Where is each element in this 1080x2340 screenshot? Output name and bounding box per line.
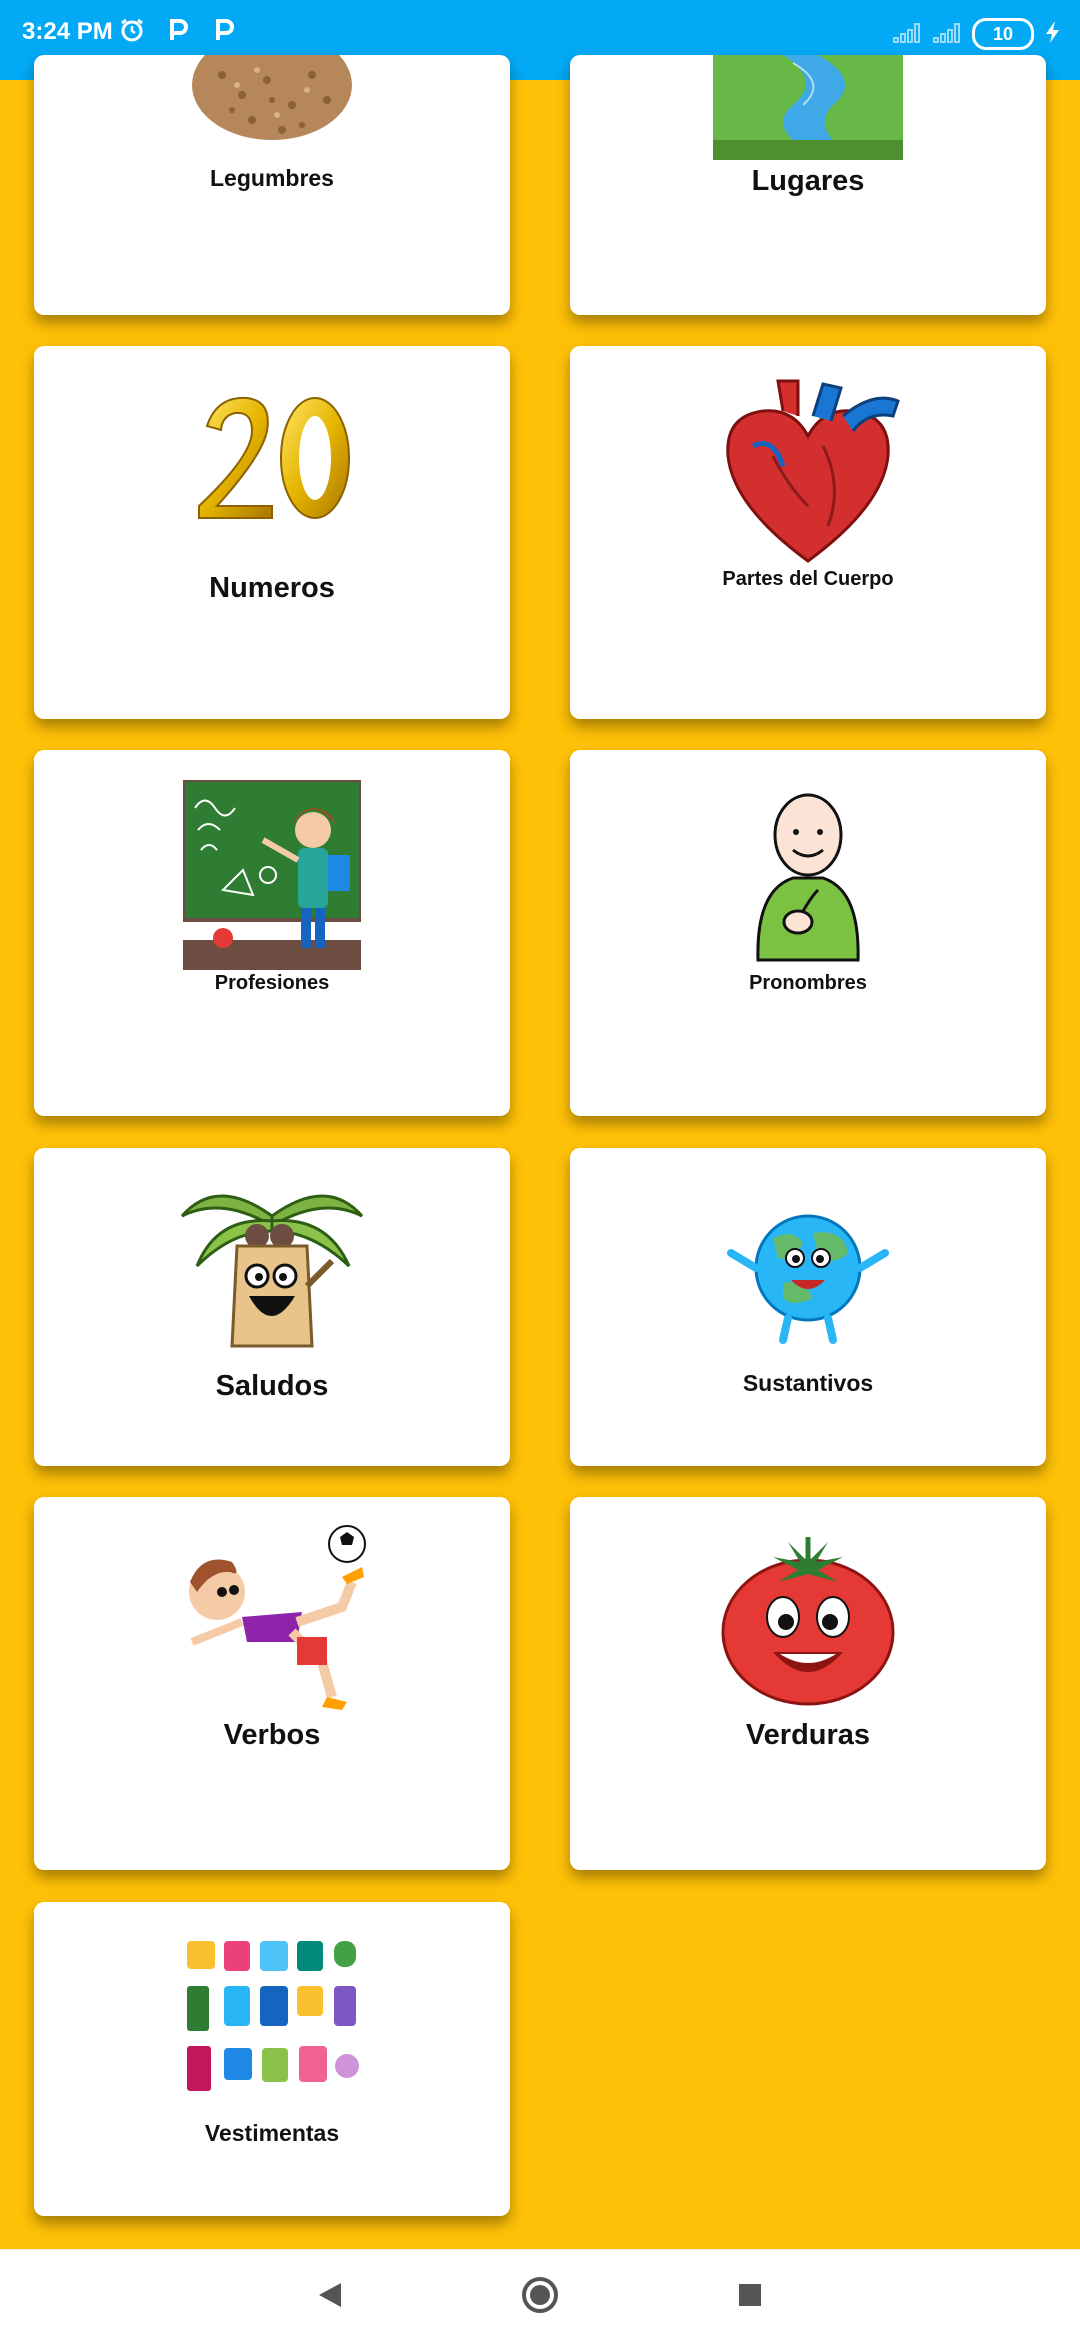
- recent-apps-icon: [739, 2284, 761, 2306]
- home-button[interactable]: [510, 2265, 570, 2325]
- status-icons-right: 10: [892, 18, 1062, 50]
- category-label: Sustantivos: [742, 1370, 874, 1396]
- back-button[interactable]: [300, 2265, 360, 2325]
- back-icon: [319, 2283, 341, 2307]
- soccer-kid-icon: [172, 1522, 372, 1712]
- category-card-saludos[interactable]: Saludos: [34, 1148, 510, 1466]
- category-label: Profesiones: [214, 972, 330, 994]
- river-landscape-icon: [713, 55, 903, 160]
- heart-icon: [713, 376, 903, 566]
- category-card-vestimentas[interactable]: Vestimentas: [34, 1902, 510, 2216]
- signal-icon: [892, 20, 922, 49]
- status-icons-left: [118, 16, 242, 48]
- charging-icon: [1044, 20, 1062, 49]
- category-label: Numeros: [209, 572, 335, 604]
- category-card-profesiones[interactable]: Profesiones: [34, 750, 510, 1116]
- recent-apps-button[interactable]: [720, 2265, 780, 2325]
- status-time: 3:24 PM: [22, 18, 113, 45]
- palm-tree-character-icon: [177, 1176, 367, 1356]
- category-label: Pronombres: [749, 972, 867, 994]
- p-icon: [164, 16, 196, 48]
- navigation-bar: [0, 2249, 1080, 2340]
- category-card-pronombres[interactable]: Pronombres: [570, 750, 1046, 1116]
- category-card-legumbres[interactable]: Legumbres: [34, 30, 510, 315]
- signal-icon: [932, 20, 962, 49]
- category-card-verbos[interactable]: Verbos: [34, 1497, 510, 1870]
- battery-indicator: 10: [972, 18, 1034, 50]
- home-icon: [522, 2277, 558, 2313]
- teacher-icon: [181, 778, 363, 970]
- category-card-partes-del-cuerpo[interactable]: Partes del Cuerpo: [570, 346, 1046, 719]
- category-card-numeros[interactable]: Numeros: [34, 346, 510, 719]
- pointing-person-icon: [748, 790, 868, 965]
- clothes-icon: [182, 1936, 362, 2106]
- category-label: Verduras: [745, 1719, 871, 1751]
- category-label: Saludos: [215, 1370, 329, 1402]
- category-label: Lugares: [751, 165, 865, 197]
- lentils-icon: [182, 30, 362, 155]
- category-card-sustantivos[interactable]: Sustantivos: [570, 1148, 1046, 1466]
- category-label: Vestimentas: [204, 2120, 340, 2146]
- category-label: Verbos: [223, 1719, 321, 1751]
- category-label: Partes del Cuerpo: [722, 568, 894, 590]
- alarm-icon: [118, 16, 150, 48]
- tomato-character-icon: [718, 1532, 898, 1707]
- number-20-icon: [187, 386, 357, 536]
- category-label: Legumbres: [210, 165, 334, 191]
- category-card-lugares[interactable]: Lugares: [570, 55, 1046, 315]
- p-icon: [210, 16, 242, 48]
- category-card-verduras[interactable]: Verduras: [570, 1497, 1046, 1870]
- earth-character-icon: [723, 1208, 893, 1348]
